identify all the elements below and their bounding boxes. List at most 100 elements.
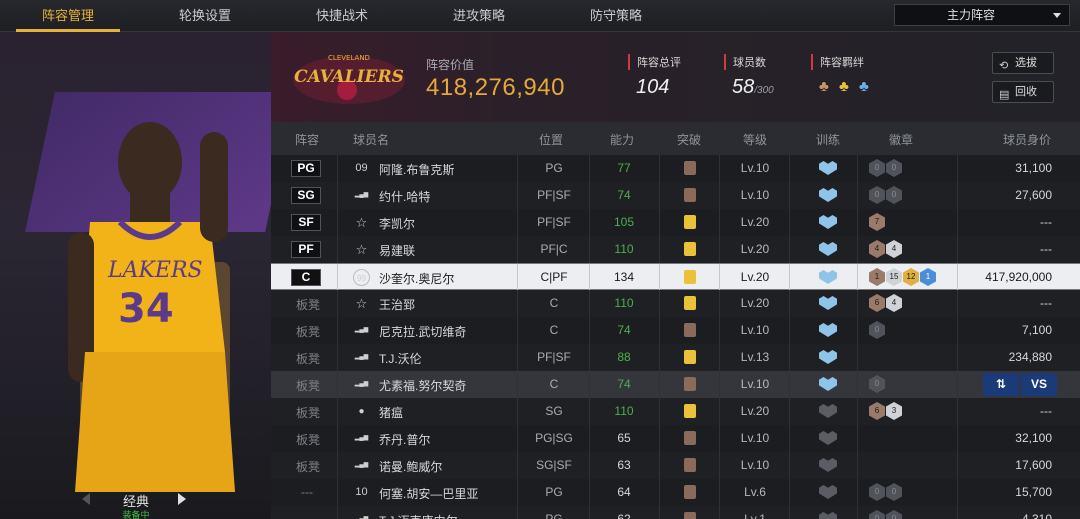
star-icon: ☆ [355, 242, 368, 257]
table-row[interactable]: SF ☆ 李凯尔 PF|SF 105 Lv.20 7 --- [271, 209, 1080, 236]
player-name[interactable]: 易建联 [379, 242, 415, 259]
column-breakthrough[interactable]: 突破 [677, 131, 701, 148]
column-divider [659, 264, 660, 291]
table-row[interactable]: --- 10 何塞.胡安—巴里亚 PG 64 Lv.6 0 0 15,700 [271, 479, 1080, 506]
table-row[interactable]: 板凳 ▂▄▆ 尤素福.努尔契奇 C 74 Lv.10 0 ⇅ VS [271, 371, 1080, 398]
position-slot-badge[interactable]: SF [291, 214, 321, 231]
player-name[interactable]: 尼克拉.武切维奇 [379, 323, 466, 340]
swap-button[interactable]: ⇅ [983, 373, 1019, 396]
player-level: Lv.10 [740, 188, 770, 202]
table-row[interactable]: 板凳 ▂▄▆ 尼克拉.武切维奇 C 74 Lv.10 0 7,100 [271, 317, 1080, 344]
badge-list[interactable]: 63 [869, 402, 903, 420]
player-name[interactable]: 乔丹.普尔 [379, 431, 430, 448]
table-row[interactable]: 板凳 ▂▄▆ 乔丹.普尔 PG|SG 65 Lv.10 32,100 [271, 425, 1080, 452]
column-slot[interactable]: 阵容 [295, 131, 319, 148]
player-name[interactable]: 王治郅 [379, 296, 415, 313]
table-row[interactable]: C 99 沙奎尔.奥尼尔 C|PF 134 Lv.20 1 15 12 1 417,920,000 [271, 263, 1080, 291]
table-row[interactable]: SG ▂▄▆ 约什.哈特 PF|SF 74 Lv.10 0 0 27,600 [271, 182, 1080, 209]
column-divider [589, 425, 590, 452]
column-position[interactable]: 位置 [539, 131, 563, 148]
badge-list[interactable]: 00 [869, 159, 903, 177]
column-divider [719, 452, 720, 479]
tab-offense-strategy[interactable]: 进攻策略 [429, 0, 529, 32]
next-mode-button[interactable] [178, 493, 186, 505]
column-ability[interactable]: 能力 [610, 131, 634, 148]
select-button[interactable]: ⟲ 选拔 [992, 52, 1054, 74]
player-name[interactable]: 约什.哈特 [379, 188, 430, 205]
column-player-value[interactable]: 球员身价 [1003, 131, 1051, 148]
badge-list[interactable]: 0 [869, 321, 886, 339]
player-name[interactable]: 何塞.胡安—巴里亚 [379, 485, 478, 502]
player-name[interactable]: T.J.沃伦 [379, 350, 422, 367]
training-icon[interactable] [819, 270, 837, 284]
badge-icon: 0 [869, 321, 885, 339]
column-divider [517, 155, 518, 182]
column-badges[interactable]: 徽章 [889, 131, 913, 148]
player-name[interactable]: 诺曼.鲍威尔 [379, 458, 442, 475]
training-icon[interactable] [819, 350, 837, 364]
recycle-button[interactable]: ▤ 回收 [992, 81, 1054, 103]
table-row[interactable]: 板凳 ▂▄▆ 诺曼.鲍威尔 SG|SF 63 Lv.10 17,600 [271, 452, 1080, 479]
lineup-select[interactable]: 主力阵容 [894, 4, 1070, 26]
player-name[interactable]: 猪瘟 [379, 404, 403, 421]
badge-list[interactable]: 44 [869, 240, 903, 258]
player-name[interactable]: 尤素福.努尔契奇 [379, 377, 466, 394]
table-row[interactable]: 板凳 ☆ 王治郅 C 110 Lv.20 6 4 --- [271, 290, 1080, 317]
previous-mode-button[interactable] [82, 493, 90, 505]
training-icon[interactable] [819, 458, 837, 472]
training-icon[interactable] [819, 242, 837, 256]
table-row[interactable]: --- ▂▄▆ T.J.迈克康内尔 PG 62 Lv.1 00 4,310 [271, 506, 1080, 519]
player-name[interactable]: T.J.迈克康内尔 [379, 512, 458, 519]
position-slot-badge[interactable]: PG [291, 160, 321, 177]
badge-list[interactable]: 1 15 12 1 [869, 268, 937, 286]
player-value: --- [1040, 404, 1052, 418]
player-position: C [549, 323, 559, 337]
training-icon[interactable] [819, 215, 837, 229]
training-icon[interactable] [819, 377, 837, 391]
breakthrough-icon [684, 458, 696, 472]
badge-list[interactable]: 00 [869, 186, 903, 204]
column-training[interactable]: 训练 [816, 131, 840, 148]
team-logo: CLEVELAND CAVALIERS [293, 54, 405, 104]
column-level[interactable]: 等级 [743, 131, 767, 148]
tab-lineup-management[interactable]: 阵容管理 [18, 0, 118, 32]
column-divider [589, 371, 590, 398]
column-divider [659, 182, 660, 209]
badge-list[interactable]: 00 [869, 510, 903, 519]
player-name[interactable]: 阿隆.布鲁克斯 [379, 161, 454, 178]
position-slot-badge[interactable]: PF [291, 241, 321, 258]
badge-list[interactable]: 64 [869, 294, 903, 312]
table-row[interactable]: PG 09 阿隆.布鲁克斯 PG 77 Lv.10 0 0 31,100 [271, 155, 1080, 182]
player-position: C [549, 377, 559, 391]
column-name[interactable]: 球员名 [353, 131, 389, 148]
column-divider [957, 344, 958, 371]
player-level: Lv.10 [740, 161, 770, 175]
tab-defense-strategy[interactable]: 防守策略 [566, 0, 666, 32]
table-row[interactable]: 板凳 ▂▄▆ T.J.沃伦 PF|SF 88 Lv.13 234,880 [271, 344, 1080, 371]
training-icon[interactable] [819, 485, 837, 499]
breakthrough-icon [684, 323, 696, 337]
column-divider [957, 317, 958, 344]
player-position: PF|SF [537, 350, 571, 364]
table-row[interactable]: 板凳 ● 猪瘟 SG 110 Lv.20 6 3 --- [271, 398, 1080, 425]
chemistry-icons[interactable]: ♣ ♣ ♣ [819, 78, 872, 95]
training-icon[interactable] [819, 188, 837, 202]
player-name[interactable]: 沙奎尔.奥尼尔 [379, 270, 454, 287]
player-name[interactable]: 李凯尔 [379, 215, 415, 232]
badge-list[interactable]: 00 [869, 483, 903, 501]
training-icon[interactable] [819, 404, 837, 418]
badge-list[interactable]: 0 [869, 375, 886, 393]
training-icon[interactable] [819, 161, 837, 175]
badge-list[interactable]: 7 [869, 213, 886, 231]
tab-quick-tactics[interactable]: 快捷战术 [292, 0, 392, 32]
position-slot-badge[interactable]: C [291, 269, 321, 286]
rank-bars-icon: ▂▄▆ [354, 462, 369, 468]
position-slot-badge[interactable]: SG [291, 187, 321, 204]
training-icon[interactable] [819, 431, 837, 445]
tab-rotation-settings[interactable]: 轮换设置 [155, 0, 255, 32]
table-row[interactable]: PF ☆ 易建联 PF|C 110 Lv.20 4 4 --- [271, 236, 1080, 263]
compare-vs-button[interactable]: VS [1021, 373, 1057, 396]
training-icon[interactable] [819, 296, 837, 310]
training-icon[interactable] [819, 323, 837, 337]
training-icon[interactable] [819, 512, 837, 519]
